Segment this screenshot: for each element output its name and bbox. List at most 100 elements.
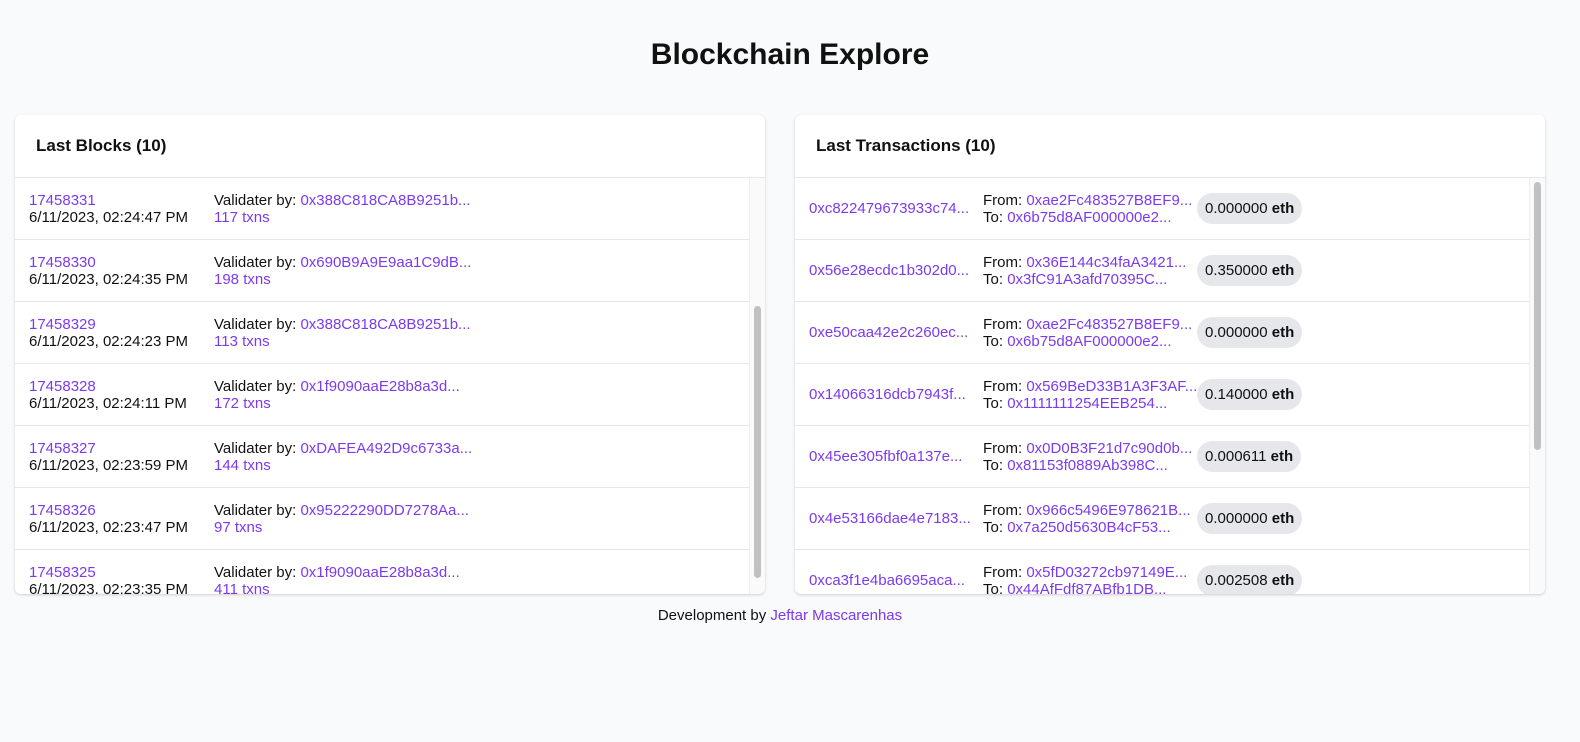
to-address-link[interactable]: 0x81153f0889Ab398C... [1007, 457, 1168, 474]
amount-badge: 0.000000 eth [1197, 193, 1303, 224]
amount-unit: eth [1271, 324, 1295, 341]
transactions-list-scroll-area[interactable]: 0xc822479673933c74... From: 0xae2Fc48352… [795, 178, 1545, 594]
to-address-link[interactable]: 0x1111111254EEB254... [1007, 395, 1167, 412]
from-label: From: [983, 563, 1023, 581]
last-blocks-header: Last Blocks (10) [15, 115, 765, 178]
to-address-link[interactable]: 0x6b75d8AF000000e2... [1007, 333, 1171, 350]
validator-address-link[interactable]: 0xDAFEA492D9c6733a... [300, 440, 472, 457]
blocks-scrollbar[interactable] [749, 178, 765, 594]
transaction-hash-link[interactable]: 0xe50caa42e2c260ec... [809, 324, 968, 341]
block-txns-link[interactable]: 172 txns [214, 395, 271, 412]
block-number-link[interactable]: 17458328 [29, 378, 96, 395]
validator-address-link[interactable]: 0x388C818CA8B9251b... [300, 192, 470, 209]
block-txns-link[interactable]: 411 txns [214, 581, 270, 595]
amount-value: 0.002508 [1205, 572, 1268, 589]
to-label: To: [983, 518, 1004, 536]
to-address-link[interactable]: 0x3fC91A3afd70395C... [1007, 271, 1167, 288]
footer: Development by Jeftar Mascarenhas [0, 607, 1560, 624]
author-link[interactable]: Jeftar Mascarenhas [770, 607, 902, 624]
from-label: From: [983, 501, 1023, 519]
block-txns-link[interactable]: 198 txns [214, 271, 271, 288]
block-txns-link[interactable]: 144 txns [214, 457, 271, 474]
validator-address-link[interactable]: 0x690B9A9E9aa1C9dB... [300, 254, 471, 271]
block-number-link[interactable]: 17458330 [29, 254, 96, 271]
validator-label: Validater by: [214, 501, 297, 519]
last-transactions-header: Last Transactions (10) [795, 115, 1545, 178]
amount-unit: eth [1271, 510, 1295, 527]
from-address-link[interactable]: 0xae2Fc483527B8EF9... [1026, 316, 1192, 333]
transactions-scrollbar-thumb[interactable] [1534, 182, 1541, 450]
last-blocks-panel: Last Blocks (10) 17458331 6/11/2023, 02:… [15, 115, 765, 594]
amount-unit: eth [1271, 386, 1295, 403]
block-number-link[interactable]: 17458325 [29, 564, 96, 581]
validator-address-link[interactable]: 0x388C818CA8B9251b... [300, 316, 470, 333]
validator-label: Validater by: [214, 563, 297, 581]
block-row: 17458329 6/11/2023, 02:24:23 PM Validate… [15, 302, 750, 364]
to-address-link[interactable]: 0x44AfFdf87ABfb1DB... [1007, 581, 1166, 595]
block-number-link[interactable]: 17458327 [29, 440, 96, 457]
amount-unit: eth [1271, 262, 1295, 279]
blocks-scrollbar-thumb[interactable] [754, 306, 761, 578]
from-address-link[interactable]: 0x36E144c34faA3421... [1026, 254, 1186, 271]
transaction-row: 0xca3f1e4ba6695aca... From: 0x5fD03272cb… [795, 550, 1530, 594]
from-address-link[interactable]: 0x569BeD33B1A3F3AF... [1026, 378, 1197, 395]
transaction-row: 0x14066316dcb7943f... From: 0x569BeD33B1… [795, 364, 1530, 426]
from-label: From: [983, 253, 1023, 271]
transaction-hash-link[interactable]: 0x14066316dcb7943f... [809, 386, 966, 403]
validator-label: Validater by: [214, 253, 297, 271]
transaction-hash-link[interactable]: 0xc822479673933c74... [809, 200, 969, 217]
transactions-scrollbar[interactable] [1529, 178, 1545, 594]
to-label: To: [983, 394, 1004, 412]
validator-label: Validater by: [214, 377, 297, 395]
amount-value: 0.000000 [1205, 200, 1268, 217]
validator-address-link[interactable]: 0x95222290DD7278Aa... [300, 502, 468, 519]
to-address-link[interactable]: 0x6b75d8AF000000e2... [1007, 209, 1171, 226]
transaction-hash-link[interactable]: 0x4e53166dae4e7183... [809, 510, 971, 527]
block-row: 17458327 6/11/2023, 02:23:59 PM Validate… [15, 426, 750, 488]
from-label: From: [983, 191, 1023, 209]
amount-unit: eth [1271, 200, 1295, 217]
block-number-link[interactable]: 17458331 [29, 192, 96, 209]
transaction-row: 0x45ee305fbf0a137e... From: 0x0D0B3F21d7… [795, 426, 1530, 488]
to-label: To: [983, 208, 1004, 226]
transaction-row: 0xe50caa42e2c260ec... From: 0xae2Fc48352… [795, 302, 1530, 364]
transaction-row: 0xc822479673933c74... From: 0xae2Fc48352… [795, 178, 1530, 240]
transaction-hash-link[interactable]: 0x45ee305fbf0a137e... [809, 448, 962, 465]
from-label: From: [983, 377, 1023, 395]
block-row: 17458331 6/11/2023, 02:24:47 PM Validate… [15, 178, 750, 240]
amount-unit: eth [1270, 448, 1294, 465]
block-txns-link[interactable]: 113 txns [214, 333, 270, 350]
from-label: From: [983, 439, 1023, 457]
validator-address-link[interactable]: 0x1f9090aaE28b8a3d... [300, 378, 459, 395]
amount-badge: 0.000000 eth [1197, 317, 1303, 348]
amount-badge: 0.140000 eth [1197, 379, 1303, 410]
to-address-link[interactable]: 0x7a250d5630B4cF53... [1007, 519, 1170, 536]
amount-badge: 0.000000 eth [1197, 503, 1303, 534]
to-label: To: [983, 332, 1004, 350]
amount-badge: 0.002508 eth [1197, 565, 1303, 594]
block-txns-link[interactable]: 117 txns [214, 209, 270, 226]
blocks-list-scroll-area[interactable]: 17458331 6/11/2023, 02:24:47 PM Validate… [15, 178, 765, 594]
from-address-link[interactable]: 0xae2Fc483527B8EF9... [1026, 192, 1192, 209]
validator-label: Validater by: [214, 439, 297, 457]
transaction-hash-link[interactable]: 0xca3f1e4ba6695aca... [809, 572, 965, 589]
transaction-row: 0x56e28ecdc1b302d0... From: 0x36E144c34f… [795, 240, 1530, 302]
from-address-link[interactable]: 0x5fD03272cb97149E... [1026, 564, 1187, 581]
block-timestamp: 6/11/2023, 02:23:59 PM [29, 456, 189, 474]
block-row: 17458326 6/11/2023, 02:23:47 PM Validate… [15, 488, 750, 550]
block-number-link[interactable]: 17458326 [29, 502, 96, 519]
transaction-hash-link[interactable]: 0x56e28ecdc1b302d0... [809, 262, 969, 279]
from-address-link[interactable]: 0x0D0B3F21d7c90d0b... [1026, 440, 1192, 457]
amount-value: 0.000611 [1205, 448, 1267, 465]
block-txns-link[interactable]: 97 txns [214, 519, 262, 536]
block-number-link[interactable]: 17458329 [29, 316, 96, 333]
validator-address-link[interactable]: 0x1f9090aaE28b8a3d... [300, 564, 459, 581]
block-timestamp: 6/11/2023, 02:23:35 PM [29, 580, 189, 595]
validator-label: Validater by: [214, 191, 297, 209]
from-address-link[interactable]: 0x966c5496E978621B... [1026, 502, 1190, 519]
validator-label: Validater by: [214, 315, 297, 333]
transaction-row: 0x4e53166dae4e7183... From: 0x966c5496E9… [795, 488, 1530, 550]
amount-value: 0.350000 [1205, 262, 1268, 279]
to-label: To: [983, 270, 1004, 288]
from-label: From: [983, 315, 1023, 333]
